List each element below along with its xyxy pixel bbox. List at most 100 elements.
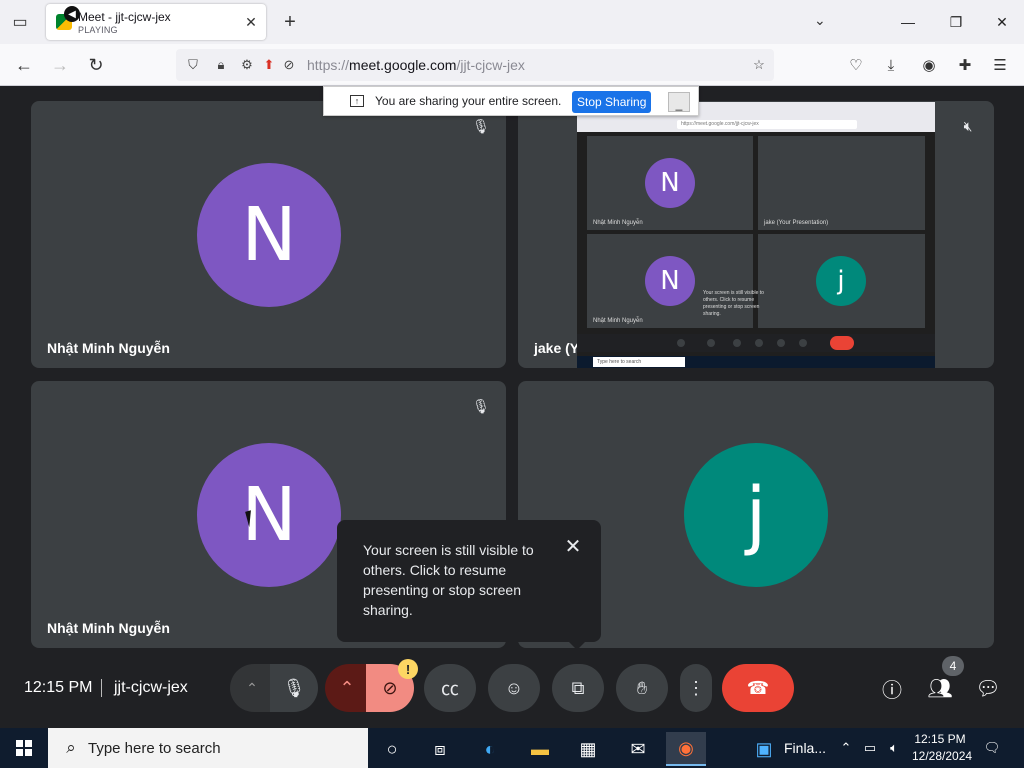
windows-taskbar: ⌕ Type here to search ○ ⧈ ◐ ▬ ▦ ✉ ◉ ▣ Fi… bbox=[0, 728, 1024, 768]
reload-icon[interactable]: ↻ bbox=[84, 53, 108, 77]
close-tab-icon[interactable]: ✕ bbox=[242, 13, 260, 31]
clock-time: 12:15 PM bbox=[914, 732, 966, 746]
address-bar[interactable]: ⛉ 🔒︎ ⚙ ⬆ ⊘ https://meet.google.com/jjt-c… bbox=[176, 49, 774, 81]
screen-sharing-bar: ↑ You are sharing your entire screen. St… bbox=[323, 86, 699, 116]
divider bbox=[101, 679, 102, 697]
minimize-window-icon[interactable]: — bbox=[888, 8, 928, 36]
cortana-icon[interactable]: ○ bbox=[372, 732, 412, 766]
preview-url: https://meet.google.com/jjt-cjcw-jex bbox=[677, 120, 857, 129]
new-tab-icon[interactable]: + bbox=[278, 10, 302, 34]
preview-search: Type here to search bbox=[593, 357, 685, 367]
emoji-reaction-button[interactable]: ☺ bbox=[488, 664, 540, 712]
browser-tab-bar: ▭ ◀ Meet - jjt-cjcw-jex PLAYING ✕ + ⌄ — … bbox=[0, 0, 1024, 44]
task-view-icon[interactable]: ⧈ bbox=[420, 732, 460, 766]
taskbar-clock[interactable]: 12:15 PM 12/28/2024 bbox=[912, 731, 973, 765]
bookmark-star-icon[interactable]: ☆ bbox=[750, 56, 768, 74]
permissions-icon[interactable]: ⚙ bbox=[238, 56, 256, 74]
raise-hand-button[interactable]: ✋︎ bbox=[616, 664, 668, 712]
avatar: N bbox=[197, 163, 341, 307]
mic-muted-icon: 🎙︎ bbox=[472, 117, 490, 134]
captions-button[interactable]: ㏄ bbox=[424, 664, 476, 712]
video-options-button[interactable]: ⌃ bbox=[325, 664, 369, 712]
preview-control-dot bbox=[707, 339, 715, 347]
preview-control-dot bbox=[799, 339, 807, 347]
chevron-down-icon[interactable]: ⌄ bbox=[814, 12, 826, 29]
speaker-muted-icon: 🔇︎ bbox=[963, 117, 973, 134]
blocked-autoplay-icon[interactable]: ⊘ bbox=[280, 56, 298, 74]
sharing-message: You are sharing your entire screen. bbox=[375, 94, 562, 108]
popup-message: Your screen is still visible to others. … bbox=[363, 542, 534, 618]
volume-muted-icon[interactable]: 🔈︎ bbox=[884, 738, 904, 758]
clock-date: 12/28/2024 bbox=[912, 749, 973, 763]
preview-tile: jake (Your Presentation) bbox=[758, 136, 925, 230]
preview-controls bbox=[577, 334, 935, 352]
people-icon[interactable]: 👥︎ bbox=[926, 674, 954, 702]
preview-name: Nhật Minh Nguyễn bbox=[593, 318, 643, 324]
finlab-app-icon[interactable]: ▣ bbox=[744, 732, 784, 766]
firefox-icon[interactable]: ◉ bbox=[666, 732, 706, 766]
screen-share-preview: https://meet.google.com/jjt-cjcw-jex N N… bbox=[577, 102, 935, 368]
popup-arrow bbox=[569, 642, 585, 650]
download-icon[interactable]: ⤓ bbox=[880, 54, 902, 76]
account-icon[interactable]: ◉ bbox=[918, 54, 940, 76]
extensions-icon[interactable]: ✚ bbox=[954, 54, 976, 76]
audio-options-button[interactable]: ⌃ bbox=[230, 664, 274, 712]
avatar: j bbox=[684, 443, 828, 587]
preview-tile: j bbox=[758, 234, 925, 328]
file-explorer-icon[interactable]: ▬ bbox=[520, 732, 560, 766]
forward-arrow-icon[interactable]: → bbox=[48, 53, 72, 77]
preview-avatar: N bbox=[645, 256, 695, 306]
search-placeholder: Type here to search bbox=[88, 740, 221, 757]
people-count-badge: 4 bbox=[942, 656, 964, 676]
preview-name: Nhật Minh Nguyễn bbox=[593, 220, 643, 226]
mail-icon[interactable]: ✉ bbox=[618, 732, 658, 766]
stop-sharing-button[interactable]: Stop Sharing bbox=[572, 91, 652, 113]
more-options-button[interactable]: ⋮ bbox=[680, 664, 712, 712]
windows-logo-icon bbox=[16, 740, 32, 756]
preview-avatar: N bbox=[645, 158, 695, 208]
hide-bar-button[interactable]: _ bbox=[668, 92, 690, 112]
pocket-icon[interactable]: ♡ bbox=[845, 54, 867, 76]
shield-icon[interactable]: ⛉ bbox=[184, 56, 202, 74]
search-icon: ⌕ bbox=[66, 738, 76, 757]
meeting-code: jjt-cjcw-jex bbox=[114, 679, 188, 696]
meeting-time: 12:15 PM bbox=[24, 679, 93, 696]
mic-muted-icon: 🎙︎ bbox=[472, 397, 490, 414]
participant-name: Nhật Minh Nguyễn bbox=[47, 340, 170, 356]
menu-hamburger-icon[interactable]: ☰ bbox=[989, 54, 1011, 76]
end-call-button[interactable]: ☎ bbox=[722, 664, 794, 712]
present-now-button[interactable]: ⧉ bbox=[552, 664, 604, 712]
preview-control-dot bbox=[777, 339, 785, 347]
preview-name: jake (Your Presentation) bbox=[764, 220, 829, 226]
screen-share-indicator-icon[interactable]: ⬆ bbox=[260, 56, 278, 74]
close-icon[interactable]: ✕ bbox=[561, 534, 585, 558]
chevron-up-icon[interactable]: ⌃ bbox=[836, 738, 856, 758]
participant-name: Nhật Minh Nguyễn bbox=[47, 620, 170, 636]
close-window-icon[interactable]: ✕ bbox=[982, 8, 1022, 36]
preview-control-dot bbox=[677, 339, 685, 347]
edge-icon[interactable]: ◐ bbox=[470, 732, 510, 766]
notifications-icon[interactable]: 🗨︎ bbox=[982, 738, 1002, 758]
taskbar-search-box[interactable]: ⌕ Type here to search bbox=[48, 728, 368, 768]
url-text[interactable]: https://meet.google.com/jjt-cjcw-jex bbox=[307, 57, 525, 73]
restore-window-icon[interactable]: ❐ bbox=[936, 8, 976, 36]
preview-popup-text: Your screen is still visible to others. … bbox=[703, 290, 764, 317]
start-button[interactable] bbox=[0, 728, 48, 768]
participant-tile-1[interactable]: N 🎙︎ Nhật Minh Nguyễn bbox=[31, 101, 506, 368]
chat-icon[interactable]: 💬︎ bbox=[974, 674, 1002, 702]
presentation-popup: Your screen is still visible to others. … bbox=[337, 520, 601, 650]
preview-avatar: j bbox=[816, 256, 866, 306]
back-arrow-icon[interactable]: ← bbox=[12, 53, 36, 77]
avatar: N bbox=[197, 443, 341, 587]
preview-tile: N Nhật Minh Nguyễn bbox=[587, 136, 753, 230]
tab-list-icon[interactable]: ▭ bbox=[8, 10, 32, 34]
taskbar-app-label[interactable]: Finla... bbox=[784, 740, 826, 756]
microphone-button[interactable]: 🎙︎ bbox=[270, 664, 318, 712]
network-icon[interactable]: ▭ bbox=[860, 738, 880, 758]
camera-warning-icon: ! bbox=[398, 659, 418, 679]
share-screen-icon: ↑ bbox=[350, 95, 364, 107]
lock-icon[interactable]: 🔒︎ bbox=[212, 56, 230, 74]
store-icon[interactable]: ▦ bbox=[568, 732, 608, 766]
meeting-info-icon[interactable]: ⓘ bbox=[878, 674, 906, 702]
tab-meet[interactable]: ◀ Meet - jjt-cjcw-jex PLAYING ✕ bbox=[46, 4, 266, 40]
